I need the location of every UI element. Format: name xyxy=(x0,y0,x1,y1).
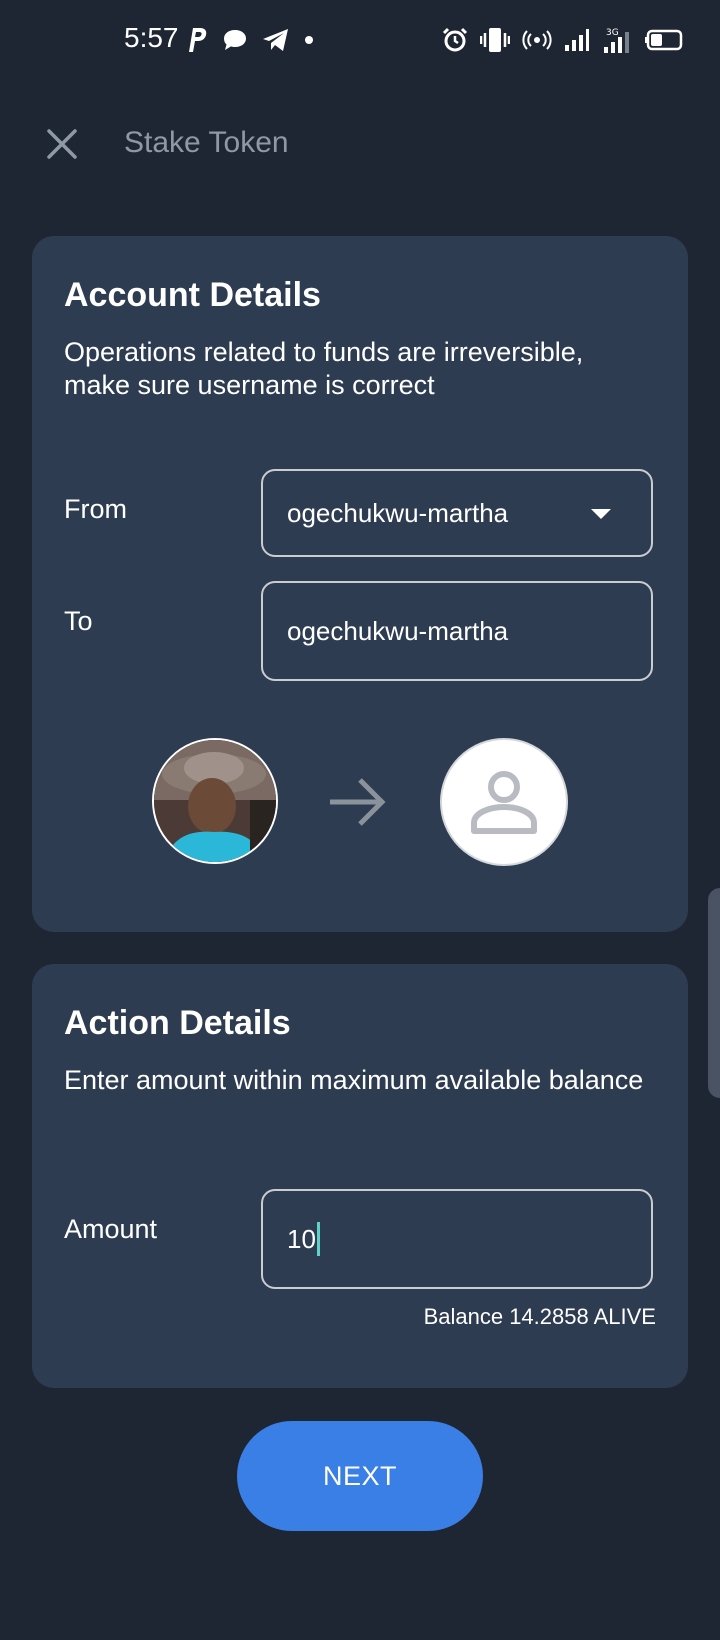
scroll-handle[interactable] xyxy=(708,888,720,1098)
account-details-title: Account Details xyxy=(64,276,321,314)
amount-label: Amount xyxy=(64,1214,158,1244)
close-button[interactable] xyxy=(40,122,84,166)
app-bar: Stake Token xyxy=(0,100,720,188)
amount-input[interactable]: 10 xyxy=(261,1189,653,1289)
action-details-subtitle: Enter amount within maximum available ba… xyxy=(64,1065,644,1095)
to-value: ogechukwu-martha xyxy=(287,615,509,646)
telegram-icon xyxy=(263,29,288,51)
page-title: Stake Token xyxy=(124,126,289,159)
network-3g-icon: 3G xyxy=(604,28,629,53)
balance-text: Balance 14.2858 ALIVE xyxy=(423,1304,656,1329)
hotspot-icon xyxy=(522,30,552,50)
from-label: From xyxy=(64,494,127,524)
svg-text:3G: 3G xyxy=(606,28,619,38)
chat-bubble-icon xyxy=(224,30,246,50)
status-bar: 5:57 3G xyxy=(0,0,720,80)
status-time: 5:57 xyxy=(124,22,179,53)
text-cursor xyxy=(316,1222,320,1256)
close-icon xyxy=(47,129,77,159)
from-value: ogechukwu-martha xyxy=(287,497,509,528)
alarm-icon xyxy=(442,27,468,52)
to-avatar xyxy=(440,738,568,866)
amount-value: 10 xyxy=(287,1223,316,1254)
from-avatar xyxy=(152,738,278,864)
battery-icon xyxy=(645,29,683,51)
account-details-card: Account Details Operations related to fu… xyxy=(32,236,688,932)
user-photo xyxy=(154,740,276,862)
arrow-right-icon xyxy=(330,778,386,826)
action-details-title: Action Details xyxy=(64,1004,291,1042)
vibrate-icon xyxy=(480,28,510,52)
status-left-icons xyxy=(186,24,314,56)
next-button[interactable]: NEXT xyxy=(237,1421,483,1531)
action-details-card: Action Details Enter amount within maxim… xyxy=(32,964,688,1388)
signal-icon xyxy=(565,29,589,51)
dot-icon xyxy=(305,36,313,44)
to-input[interactable]: ogechukwu-martha xyxy=(261,581,653,681)
person-placeholder-icon xyxy=(471,771,537,834)
to-label: To xyxy=(64,606,93,636)
status-right-icons: 3G xyxy=(442,24,684,56)
from-dropdown[interactable]: ogechukwu-martha xyxy=(261,469,653,557)
chevron-down-icon xyxy=(591,509,611,519)
paypal-icon xyxy=(189,28,207,52)
account-details-subtitle: Operations related to funds are irrevers… xyxy=(64,337,584,400)
